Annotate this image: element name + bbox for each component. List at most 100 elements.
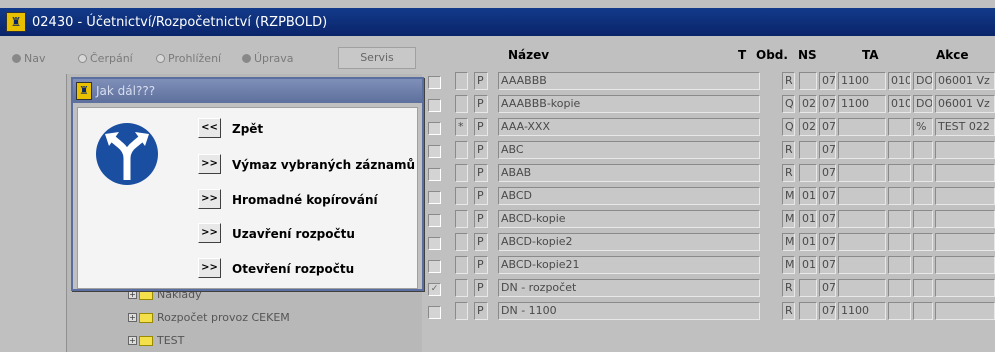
cell-nazev[interactable]: ABCD-kopie21 — [498, 256, 760, 274]
table-row[interactable]: P ABAB R 07 — [424, 162, 995, 184]
cell-flag[interactable] — [455, 164, 468, 182]
cell-t[interactable]: Q — [782, 95, 795, 113]
cell-ns[interactable]: 1100 — [838, 95, 886, 113]
cell-flag[interactable] — [455, 95, 468, 113]
cell-obd[interactable]: 01 — [799, 187, 817, 205]
cell-ta[interactable] — [888, 279, 911, 297]
cell-p[interactable]: P — [474, 95, 488, 113]
row-checkbox[interactable]: ✓ — [428, 283, 441, 296]
cell-t[interactable]: Q — [782, 118, 795, 136]
cell-akce[interactable] — [935, 233, 995, 251]
cell-ta[interactable] — [888, 118, 911, 136]
cell-p[interactable]: P — [474, 72, 488, 90]
cell-nazev[interactable]: DN - 1100 — [498, 302, 760, 320]
table-row[interactable]: P ABCD-kopie2 M 01 07 — [424, 231, 995, 253]
cell-ta[interactable] — [888, 187, 911, 205]
cell-nazev[interactable]: DN - rozpočet — [498, 279, 760, 297]
cell-y[interactable]: 07 — [819, 72, 836, 90]
cell-ns[interactable] — [838, 210, 886, 228]
cell-t[interactable]: M — [782, 233, 795, 251]
table-row[interactable]: P ABCD-kopie21 M 01 07 — [424, 254, 995, 276]
radio-uprava[interactable]: Úprava — [242, 52, 294, 65]
cell-obd[interactable] — [799, 72, 817, 90]
cell-flag[interactable] — [455, 233, 468, 251]
cell-p[interactable]: P — [474, 141, 488, 159]
cell-akce[interactable]: 06001 Vz — [935, 72, 995, 90]
cell-x[interactable] — [913, 279, 933, 297]
cell-ns[interactable] — [838, 141, 886, 159]
cell-x[interactable] — [913, 256, 933, 274]
row-checkbox[interactable] — [428, 260, 441, 273]
cell-flag[interactable] — [455, 279, 468, 297]
cell-ta[interactable] — [888, 210, 911, 228]
cell-obd[interactable] — [799, 164, 817, 182]
cell-obd[interactable] — [799, 279, 817, 297]
cell-t[interactable]: R — [782, 302, 795, 320]
table-row[interactable]: ✓ P DN - rozpočet R 07 — [424, 277, 995, 299]
table-row[interactable]: P ABCD M 01 07 — [424, 185, 995, 207]
cell-obd[interactable]: 01 — [799, 210, 817, 228]
cell-p[interactable]: P — [474, 233, 488, 251]
cell-ns[interactable] — [838, 279, 886, 297]
row-checkbox[interactable] — [428, 306, 441, 319]
cell-ta[interactable] — [888, 164, 911, 182]
cell-y[interactable]: 07 — [819, 141, 836, 159]
cell-akce[interactable] — [935, 279, 995, 297]
cell-y[interactable]: 07 — [819, 118, 836, 136]
table-row[interactable]: P DN - 1100 R 07 1100 — [424, 300, 995, 322]
cell-flag[interactable]: * — [455, 118, 468, 136]
cell-p[interactable]: P — [474, 164, 488, 182]
cell-akce[interactable] — [935, 256, 995, 274]
row-checkbox[interactable] — [428, 168, 441, 181]
cell-ns[interactable]: 1100 — [838, 302, 886, 320]
cell-p[interactable]: P — [474, 279, 488, 297]
cell-nazev[interactable]: ABAB — [498, 164, 760, 182]
cell-flag[interactable] — [455, 302, 468, 320]
cell-y[interactable]: 07 — [819, 279, 836, 297]
row-checkbox[interactable] — [428, 237, 441, 250]
cell-ta[interactable]: 010 — [888, 72, 911, 90]
radio-nav[interactable]: Nav — [12, 52, 45, 65]
cell-ta[interactable] — [888, 141, 911, 159]
radio-cerpani[interactable]: Čerpání — [78, 52, 133, 65]
cell-x[interactable]: DO MŠ — [913, 95, 933, 113]
cell-t[interactable]: M — [782, 256, 795, 274]
cell-y[interactable]: 07 — [819, 95, 836, 113]
table-row[interactable]: P AAABBB R 071100010DO MŠ06001 Vz — [424, 70, 995, 92]
cell-x[interactable] — [913, 141, 933, 159]
row-checkbox[interactable] — [428, 145, 441, 158]
cell-obd[interactable]: 01 — [799, 256, 817, 274]
cell-ta[interactable] — [888, 256, 911, 274]
cell-obd[interactable] — [799, 141, 817, 159]
cell-p[interactable]: P — [474, 256, 488, 274]
cell-ns[interactable] — [838, 233, 886, 251]
cell-ns[interactable] — [838, 256, 886, 274]
servis-button[interactable]: Servis — [338, 47, 416, 69]
expand-icon[interactable]: + — [128, 290, 137, 299]
cell-nazev[interactable]: AAABBB — [498, 72, 760, 90]
radio-prohlizeni[interactable]: Prohlížení — [156, 52, 221, 65]
cell-flag[interactable] — [455, 187, 468, 205]
cell-p[interactable]: P — [474, 187, 488, 205]
cell-x[interactable] — [913, 210, 933, 228]
cell-x[interactable]: % — [913, 118, 933, 136]
cell-akce[interactable] — [935, 210, 995, 228]
cell-y[interactable]: 07 — [819, 302, 836, 320]
cell-flag[interactable] — [455, 256, 468, 274]
cell-y[interactable]: 07 — [819, 256, 836, 274]
cell-y[interactable]: 07 — [819, 210, 836, 228]
cell-y[interactable]: 07 — [819, 187, 836, 205]
expand-icon[interactable]: + — [128, 313, 137, 322]
cell-ta[interactable] — [888, 302, 911, 320]
row-checkbox[interactable] — [428, 214, 441, 227]
cell-flag[interactable] — [455, 210, 468, 228]
cell-p[interactable]: P — [474, 210, 488, 228]
row-checkbox[interactable] — [428, 99, 441, 112]
cell-ns[interactable] — [838, 164, 886, 182]
cell-x[interactable]: DO MŠ — [913, 72, 933, 90]
uzavreni-rozpoctu-button[interactable]: >> — [198, 223, 221, 243]
cell-nazev[interactable]: AAABBB-kopie — [498, 95, 760, 113]
cell-nazev[interactable]: ABCD-kopie2 — [498, 233, 760, 251]
cell-ns[interactable] — [838, 118, 886, 136]
table-row[interactable]: P ABCD-kopie M 01 07 — [424, 208, 995, 230]
